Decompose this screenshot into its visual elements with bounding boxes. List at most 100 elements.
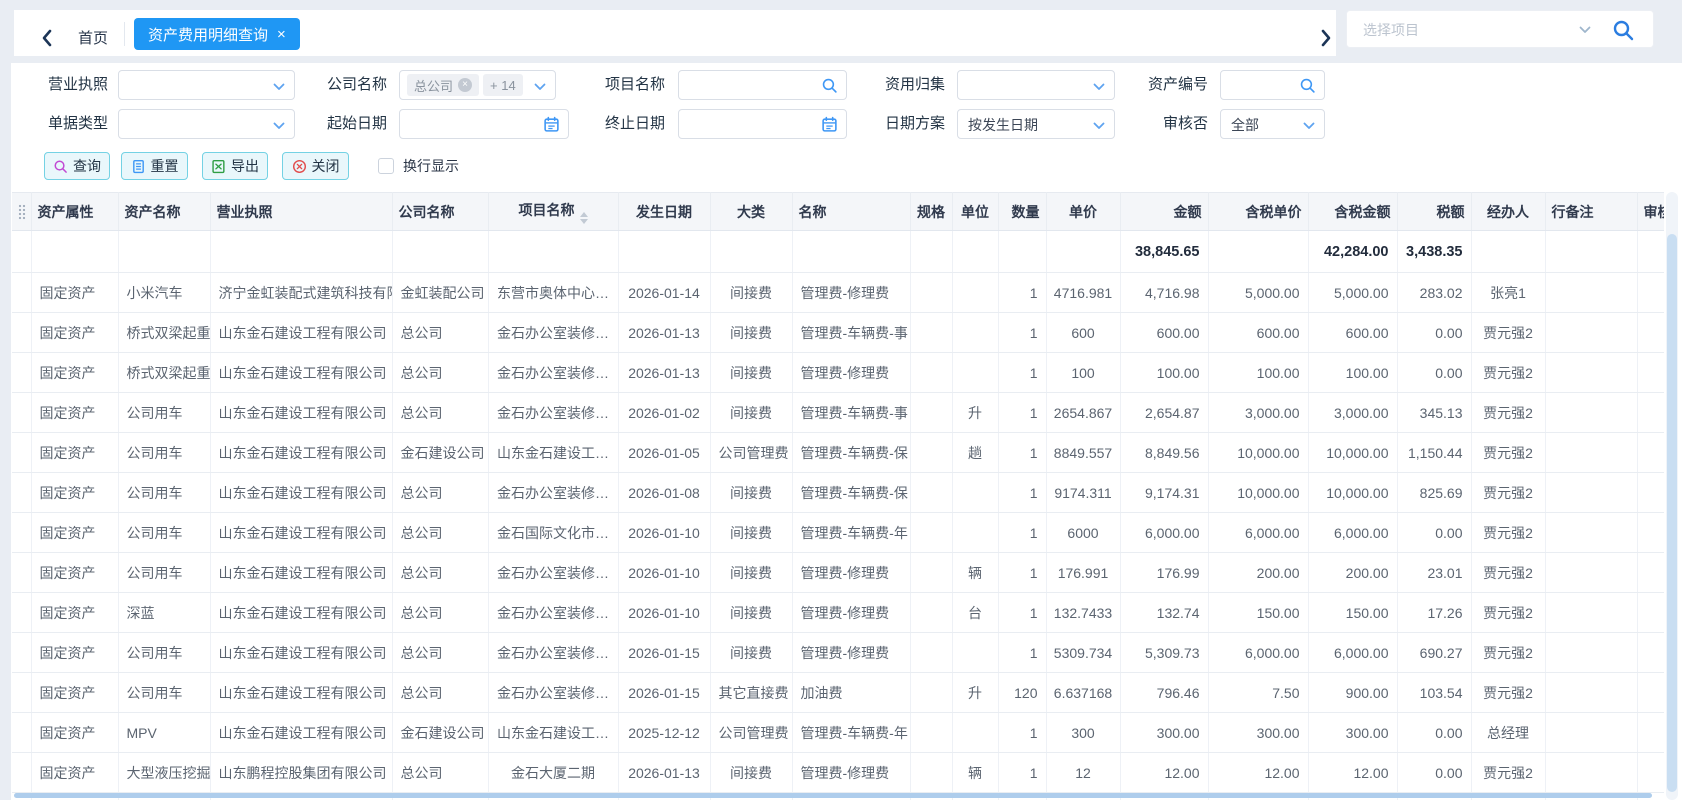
cell-qty: 1 [998, 313, 1046, 353]
audit-status-select[interactable]: 全部 [1220, 109, 1325, 139]
column-header-label: 公司名称 [399, 204, 455, 220]
cell-price [1046, 231, 1120, 273]
column-header-qty[interactable]: 数量 [998, 193, 1046, 231]
table-row[interactable]: 固定资产深蓝山东金石建设工程有限公司总公司金石办公室装修…2026-01-10间… [12, 593, 1664, 633]
document-type-select[interactable] [118, 109, 295, 139]
chevron-down-icon [1093, 122, 1105, 130]
cell-tax-amount: 150.00 [1308, 593, 1397, 633]
column-header-category[interactable]: 大类 [710, 193, 792, 231]
column-header-spec[interactable]: 规格 [910, 193, 952, 231]
date-scheme-select[interactable]: 按发生日期 [957, 109, 1115, 139]
column-header-date[interactable]: 发生日期 [618, 193, 710, 231]
cell-spec [910, 393, 952, 433]
vertical-scrollbar-thumb[interactable] [1667, 234, 1677, 792]
cell-company: 金石建设公司 [392, 713, 488, 753]
column-header-gutter[interactable] [12, 193, 31, 231]
company-name-select[interactable]: 总公司 × + 14 [399, 70, 556, 100]
project-name-input[interactable] [678, 70, 847, 100]
drag-handle-icon[interactable] [18, 204, 26, 220]
table-row[interactable]: 固定资产桥式双梁起重机山东金石建设工程有限公司总公司金石办公室装修…2026-0… [12, 353, 1664, 393]
column-header-project[interactable]: 项目名称 [488, 193, 618, 231]
table-row[interactable]: 固定资产MPV山东金石建设工程有限公司金石建设公司山东金石建设工…2025-12… [12, 713, 1664, 753]
column-header-asset-attr[interactable]: 资产属性 [31, 193, 118, 231]
summary-row[interactable]: 38,845.6542,284.003,438.35 [12, 231, 1664, 273]
table-row[interactable]: 固定资产桥式双梁起重机山东金石建设工程有限公司总公司金石办公室装修…2026-0… [12, 313, 1664, 353]
start-date-input[interactable] [399, 109, 569, 139]
export-button[interactable]: 导出 [202, 152, 268, 180]
search-icon[interactable] [1299, 77, 1316, 94]
table-row[interactable]: 固定资产公司用车山东金石建设工程有限公司金石建设公司山东金石建设工…2026-0… [12, 433, 1664, 473]
search-icon[interactable] [821, 77, 838, 94]
cell-unit [952, 313, 998, 353]
column-header-name[interactable]: 名称 [792, 193, 910, 231]
column-header-label: 营业执照 [217, 204, 273, 220]
table-row[interactable]: 固定资产公司用车山东金石建设工程有限公司总公司金石国际文化市…2026-01-1… [12, 513, 1664, 553]
expense-collection-select[interactable] [957, 70, 1115, 100]
cell-handler: 贾元强2 [1471, 473, 1545, 513]
tag-more-count[interactable]: + 14 [483, 74, 523, 96]
reset-button[interactable]: 重置 [121, 152, 188, 180]
wrap-display-checkbox[interactable] [378, 158, 394, 174]
cell-company: 总公司 [392, 473, 488, 513]
cell-audit [1637, 713, 1664, 753]
tag-close-icon[interactable]: × [458, 78, 472, 92]
tag-label: 总公司 [414, 76, 453, 95]
cell-tax-price: 100.00 [1208, 353, 1308, 393]
cell-asset-attr: 固定资产 [31, 273, 118, 313]
cell-license: 山东鹏程控股集团有限公司 [210, 753, 392, 793]
column-header-license[interactable]: 营业执照 [210, 193, 392, 231]
sort-icon[interactable] [580, 212, 588, 224]
cell-project: 山东金石建设工… [488, 433, 618, 473]
table-row[interactable]: 固定资产公司用车山东金石建设工程有限公司总公司金石办公室装修…2026-01-0… [12, 473, 1664, 513]
column-header-company[interactable]: 公司名称 [392, 193, 488, 231]
business-license-select[interactable] [118, 70, 295, 100]
column-header-amount[interactable]: 金额 [1120, 193, 1208, 231]
table-row[interactable]: 固定资产公司用车山东金石建设工程有限公司总公司金石办公室装修…2026-01-1… [12, 633, 1664, 673]
global-search-icon[interactable] [1611, 18, 1635, 42]
cell-gutter [12, 353, 31, 393]
calendar-icon[interactable] [543, 116, 560, 133]
cell-asset-name: 桥式双梁起重机 [118, 353, 210, 393]
column-header-audit[interactable]: 审核否 [1637, 193, 1664, 231]
cell-tax: 0.00 [1397, 353, 1471, 393]
cell-category: 间接费 [710, 633, 792, 673]
column-header-tax[interactable]: 税额 [1397, 193, 1471, 231]
column-header-price[interactable]: 单价 [1046, 193, 1120, 231]
cell-date: 2026-01-10 [618, 513, 710, 553]
cell-price: 8849.557 [1046, 433, 1120, 473]
tabs-scroll-left-icon[interactable] [40, 29, 54, 47]
project-select[interactable]: 选择项目 [1346, 10, 1654, 48]
column-header-tax-amount[interactable]: 含税金额 [1308, 193, 1397, 231]
cell-asset-name [118, 231, 210, 273]
close-button[interactable]: 关闭 [282, 152, 349, 180]
tabs-scroll-right-icon[interactable] [1319, 29, 1333, 47]
cell-project: 东营市奥体中心… [488, 273, 618, 313]
query-button[interactable]: 查询 [44, 152, 110, 180]
cell-name: 管理费-车辆费-事 [792, 393, 910, 433]
column-header-row-remark[interactable]: 行备注 [1545, 193, 1637, 231]
column-header-unit[interactable]: 单位 [952, 193, 998, 231]
table-row[interactable]: 固定资产小米汽车济宁金虹装配式建筑科技有限公司金虹装配公司东营市奥体中心…202… [12, 273, 1664, 313]
column-header-tax-price[interactable]: 含税单价 [1208, 193, 1308, 231]
tab-close-icon[interactable]: × [277, 27, 286, 42]
cell-audit [1637, 353, 1664, 393]
table-row[interactable]: 固定资产公司用车山东金石建设工程有限公司总公司金石办公室装修…2026-01-1… [12, 553, 1664, 593]
cell-row-remark [1545, 353, 1637, 393]
tab-home[interactable]: 首页 [78, 27, 108, 48]
cell-tax-amount: 300.00 [1308, 713, 1397, 753]
table-row[interactable]: 固定资产公司用车山东金石建设工程有限公司总公司金石办公室装修…2026-01-1… [12, 673, 1664, 713]
asset-code-input[interactable] [1220, 70, 1325, 100]
column-header-handler[interactable]: 经办人 [1471, 193, 1545, 231]
horizontal-scrollbar-thumb[interactable] [14, 793, 1652, 798]
column-header-label: 发生日期 [636, 204, 692, 220]
column-header-asset-name[interactable]: 资产名称 [118, 193, 210, 231]
cell-unit: 趟 [952, 433, 998, 473]
tab-asset-expense-query[interactable]: 资产费用明细查询 × [134, 18, 300, 50]
table-row[interactable]: 固定资产大型液压挖掘机山东鹏程控股集团有限公司总公司金石大厦二期2026-01-… [12, 753, 1664, 793]
cell-company: 金虹装配公司 [392, 273, 488, 313]
calendar-icon[interactable] [821, 116, 838, 133]
vertical-scrollbar[interactable] [1666, 192, 1678, 800]
end-date-input[interactable] [678, 109, 847, 139]
cell-amount: 12.00 [1120, 753, 1208, 793]
table-row[interactable]: 固定资产公司用车山东金石建设工程有限公司总公司金石办公室装修…2026-01-0… [12, 393, 1664, 433]
